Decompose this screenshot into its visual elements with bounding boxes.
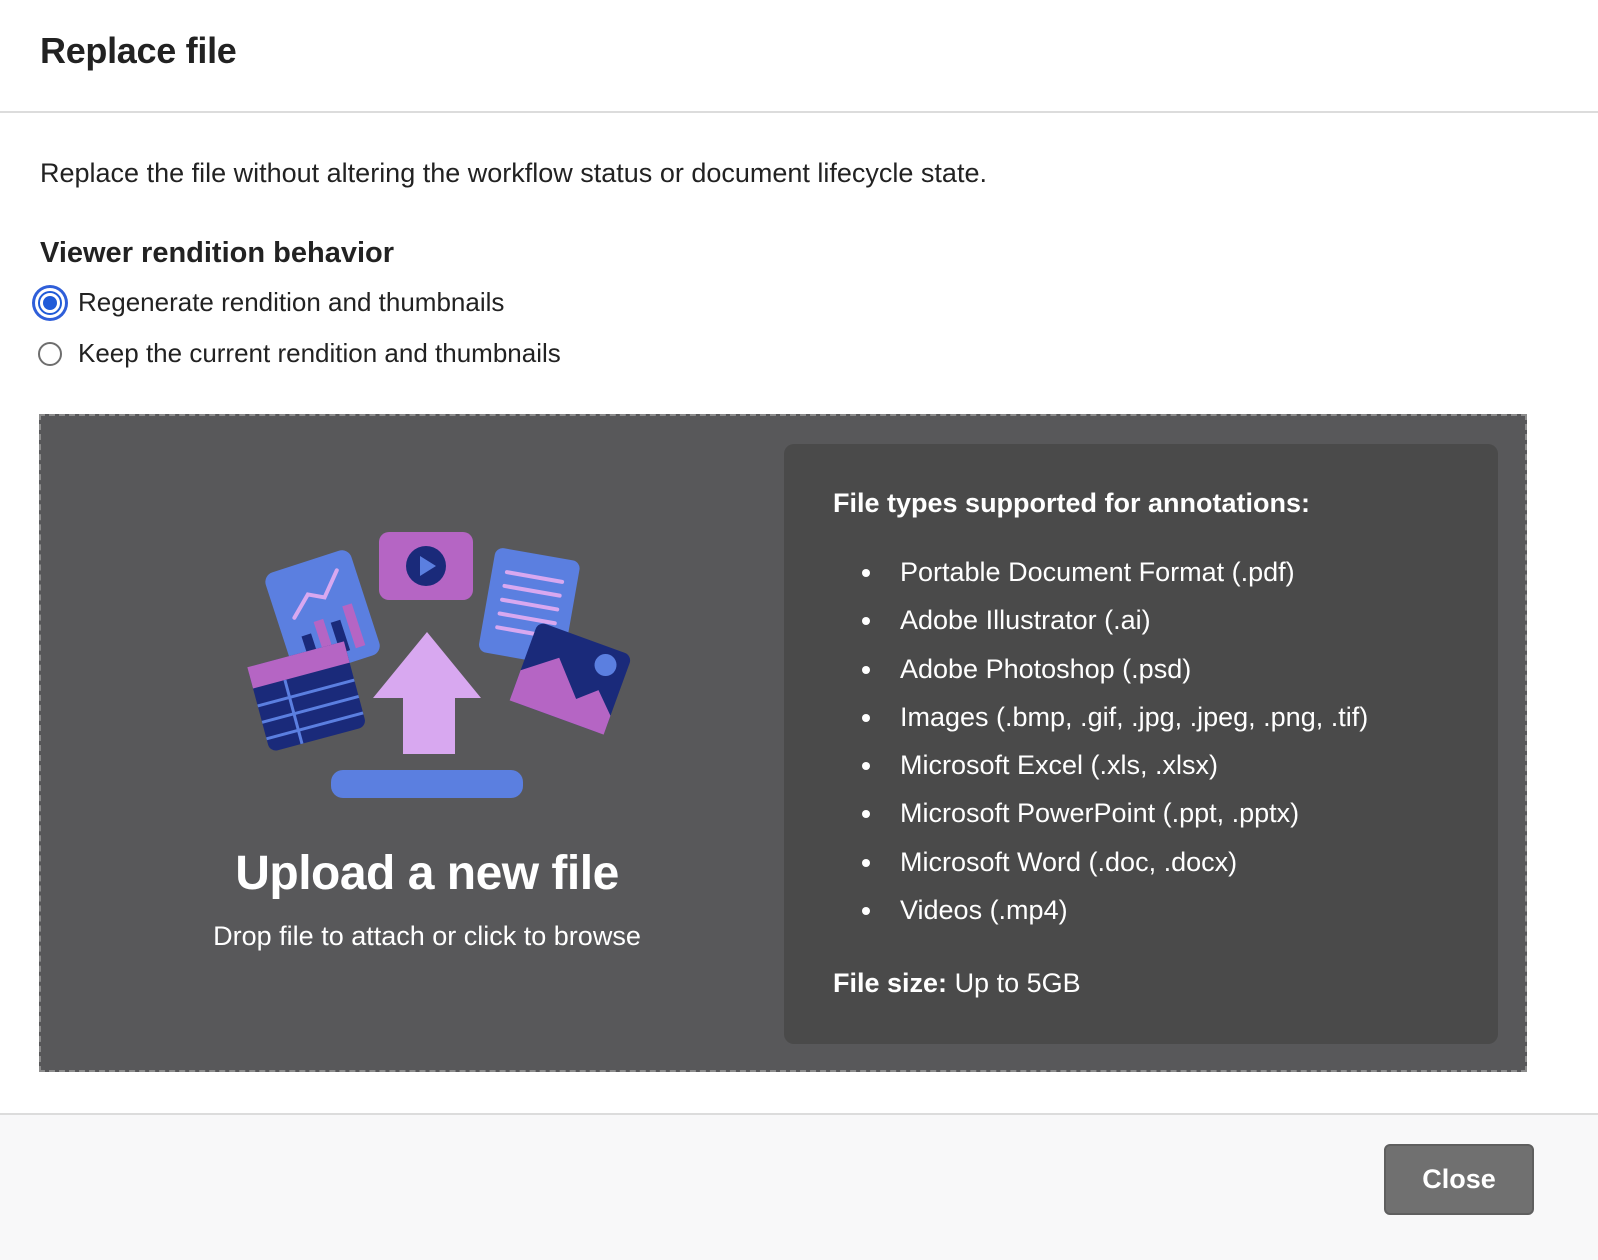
upload-files-illustration-icon (247, 532, 631, 798)
list-item: Adobe Illustrator (.ai) (833, 596, 1368, 644)
radio-option-keep[interactable]: Keep the current rendition and thumbnail… (38, 338, 561, 369)
radio-keep[interactable] (38, 341, 62, 366)
radio-regenerate-label: Regenerate rendition and thumbnails (78, 287, 505, 317)
replace-file-dialog: Replace file Replace the file without al… (0, 0, 1598, 1260)
list-item: Adobe Photoshop (.psd) (833, 645, 1368, 693)
supported-types-heading: File types supported for annotations: (833, 488, 1311, 518)
radio-option-regenerate[interactable]: Regenerate rendition and thumbnails (38, 287, 504, 318)
list-item: Images (.bmp, .gif, .jpg, .jpeg, .png, .… (833, 693, 1368, 741)
list-item: Videos (.mp4) (833, 886, 1368, 934)
list-item: Microsoft PowerPoint (.ppt, .pptx) (833, 789, 1368, 837)
dialog-description: Replace the file without altering the wo… (40, 158, 987, 188)
dialog-footer: Close (0, 1113, 1598, 1260)
list-item: Microsoft Word (.doc, .docx) (833, 838, 1368, 886)
file-size-value: Up to 5GB (954, 968, 1081, 998)
radio-keep-label: Keep the current rendition and thumbnail… (78, 338, 561, 368)
file-size-label: File size: (833, 968, 948, 998)
supported-types-list: Portable Document Format (.pdf) Adobe Il… (833, 548, 1368, 934)
file-dropzone[interactable]: Upload a new file Drop file to attach or… (39, 414, 1527, 1072)
close-button[interactable]: Close (1384, 1144, 1534, 1215)
dialog-header: Replace file (0, 0, 1598, 113)
list-item: Portable Document Format (.pdf) (833, 548, 1368, 596)
upload-subtitle: Drop file to attach or click to browse (213, 921, 641, 951)
supported-types-panel: File types supported for annotations: Po… (784, 444, 1498, 1044)
upload-title: Upload a new file (235, 847, 619, 900)
file-size-info: File size: Up to 5GB (833, 968, 1081, 999)
list-item: Microsoft Excel (.xls, .xlsx) (833, 741, 1368, 789)
radio-regenerate[interactable] (38, 290, 62, 315)
rendition-heading: Viewer rendition behavior (40, 237, 395, 269)
dialog-title: Replace file (40, 30, 237, 71)
